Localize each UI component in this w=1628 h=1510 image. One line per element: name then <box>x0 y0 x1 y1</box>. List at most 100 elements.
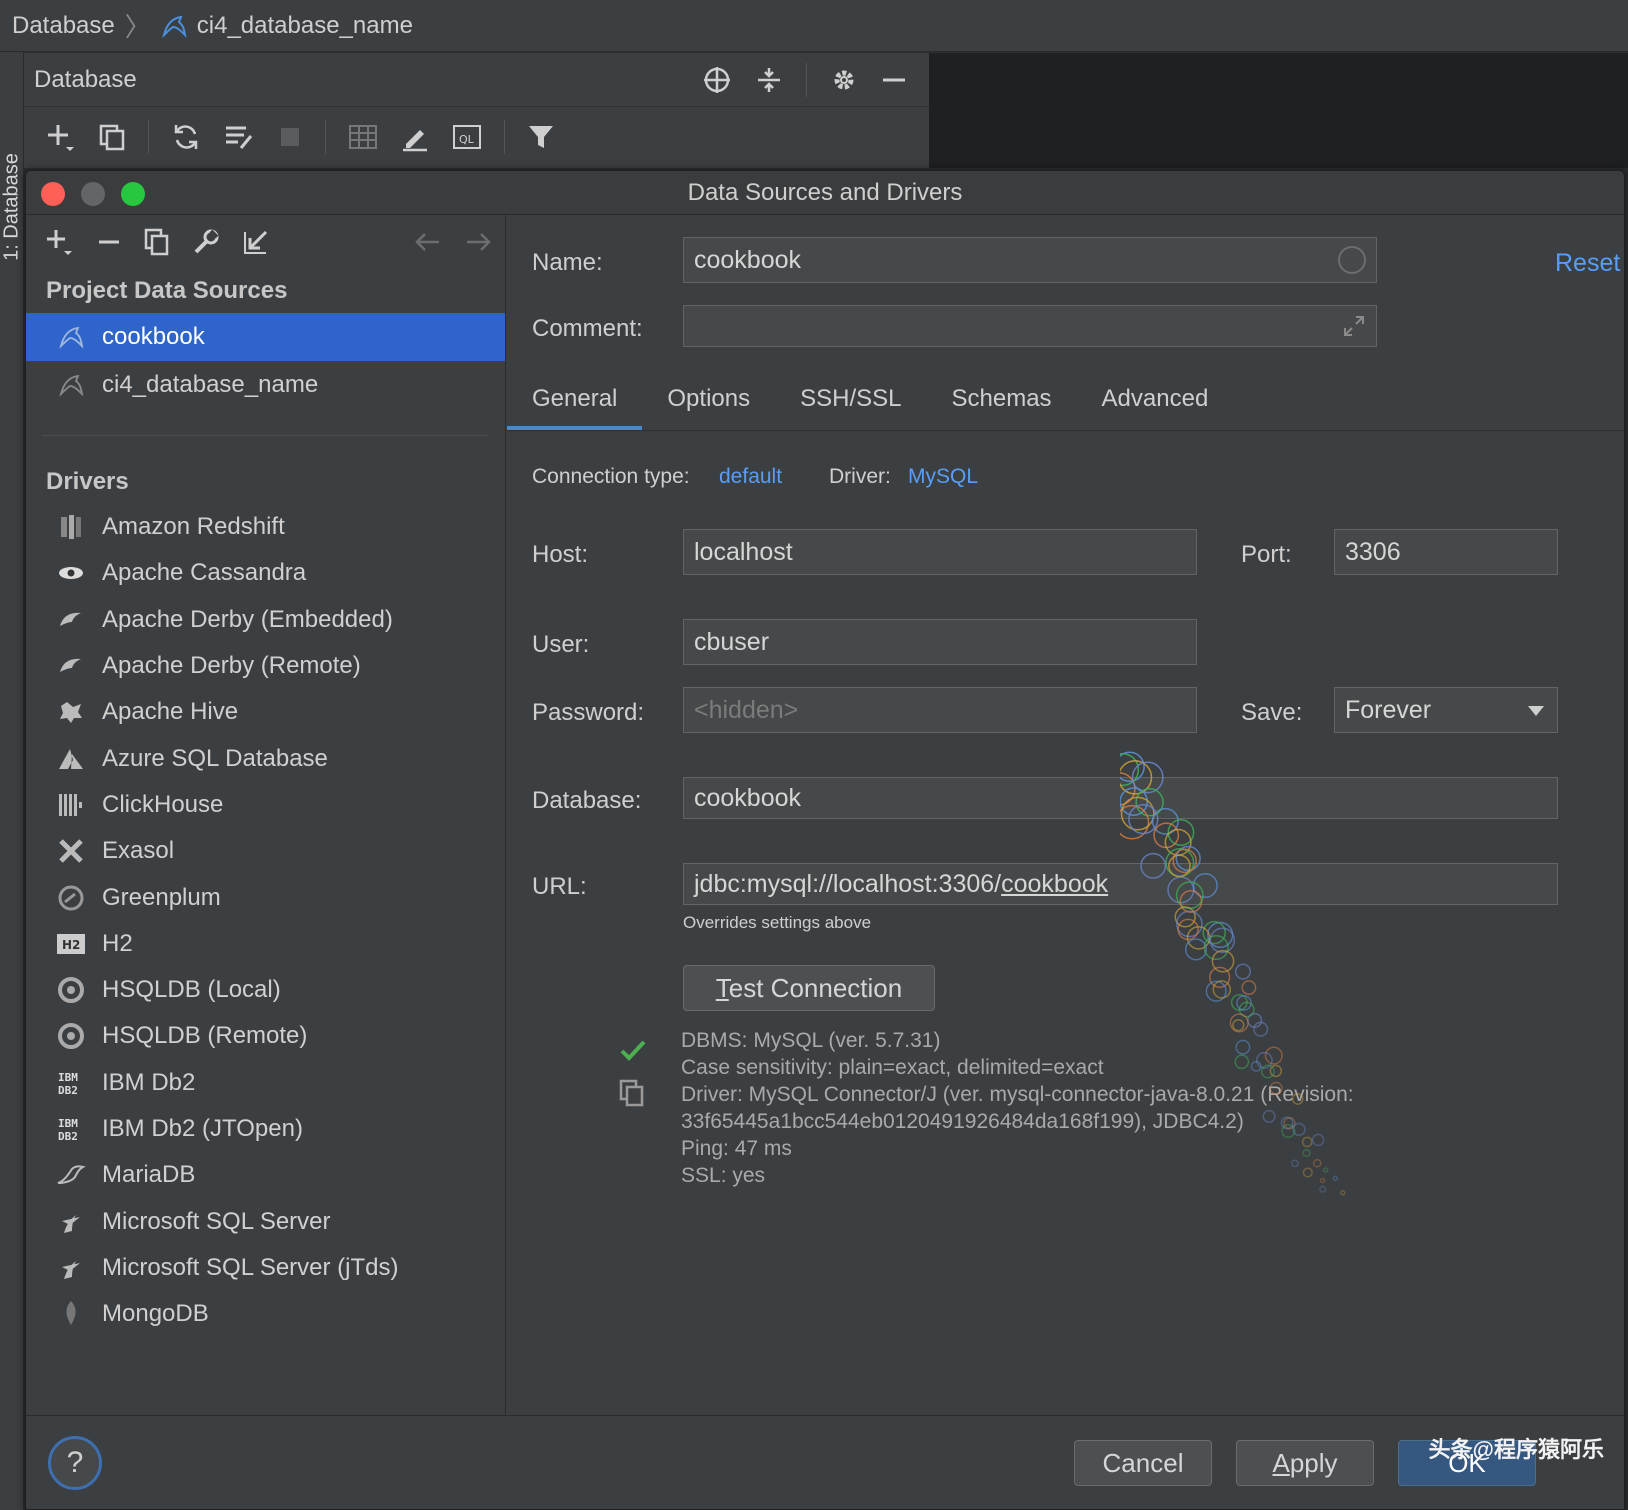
driver-item[interactable]: Greenplum <box>26 874 505 920</box>
remove-icon[interactable] <box>96 229 122 255</box>
comment-field[interactable] <box>683 305 1377 347</box>
driver-link[interactable]: MySQL <box>908 465 978 489</box>
filter-icon[interactable] <box>527 123 555 151</box>
database-panel-header: Database <box>24 53 929 107</box>
hide-panel-icon[interactable] <box>881 67 907 93</box>
trail-bubble <box>1184 938 1208 961</box>
driver-item[interactable]: Apache Derby (Remote) <box>26 643 505 689</box>
host-field[interactable]: localhost <box>683 529 1197 575</box>
driver-label: Driver: <box>829 465 891 488</box>
driver-item[interactable]: HSQLDB (Remote) <box>26 1013 505 1059</box>
driver-label: H2 <box>102 929 133 957</box>
driver-item[interactable]: IBM DB2 IBM Db2 (JTOpen) <box>26 1106 505 1152</box>
duplicate-icon[interactable] <box>98 123 126 151</box>
svg-text:QL: QL <box>459 133 475 146</box>
save-dropdown[interactable]: Forever <box>1334 687 1558 733</box>
driver-item[interactable]: MariaDB <box>26 1152 505 1198</box>
reset-link[interactable]: Reset <box>1555 249 1620 278</box>
locate-icon[interactable] <box>702 65 732 95</box>
trail-bubble <box>1291 1159 1299 1168</box>
trail-bubble <box>1203 934 1229 961</box>
driver-item[interactable]: Apache Derby (Embedded) <box>26 597 505 643</box>
data-source-toolbar <box>26 215 505 269</box>
expand-icon[interactable] <box>1342 314 1366 338</box>
drivers-heading: Drivers <box>46 468 129 495</box>
edit-icon[interactable] <box>400 122 430 152</box>
color-circle-icon[interactable] <box>1338 246 1366 274</box>
schema-sync-icon[interactable] <box>223 122 255 152</box>
name-label: Name: <box>532 249 603 276</box>
hsqldb-icon <box>56 975 86 1005</box>
database-tool-tab[interactable]: 1: Database <box>0 132 24 282</box>
add-icon[interactable] <box>44 227 74 257</box>
driver-item[interactable]: Amazon Redshift <box>26 504 505 550</box>
password-field[interactable]: <hidden> <box>683 687 1197 733</box>
refresh-icon[interactable] <box>171 122 201 152</box>
import-icon[interactable] <box>242 228 270 256</box>
stop-icon[interactable] <box>277 124 303 150</box>
project-data-sources-heading: Project Data Sources <box>46 277 288 304</box>
trail-bubble <box>1291 1093 1304 1105</box>
duplicate-icon[interactable] <box>144 228 170 256</box>
data-source-item[interactable]: cookbook <box>26 313 505 361</box>
breadcrumb-root[interactable]: Database <box>12 12 115 40</box>
svg-text:H2: H2 <box>62 938 80 952</box>
tab-ssh-ssl[interactable]: SSH/SSL <box>775 374 926 430</box>
test-connection-button[interactable]: Test Connection <box>683 965 935 1011</box>
tab-advanced[interactable]: Advanced <box>1077 374 1234 430</box>
back-arrow-icon[interactable] <box>413 230 441 254</box>
cancel-button[interactable]: Cancel <box>1074 1440 1212 1486</box>
driver-label: Apache Hive <box>102 698 239 726</box>
test-result-line: DBMS: MySQL (ver. 5.7.31) <box>681 1029 941 1052</box>
driver-item[interactable]: H2 H2 <box>26 921 505 967</box>
svg-text:IBM: IBM <box>58 1117 78 1130</box>
driver-item[interactable]: Apache Cassandra <box>26 550 505 596</box>
help-button[interactable]: ? <box>48 1436 102 1490</box>
trail-bubble <box>1332 1175 1339 1182</box>
port-field[interactable]: 3306 <box>1334 529 1558 575</box>
mysql-dolphin-icon <box>161 13 187 39</box>
tab-options[interactable]: Options <box>642 374 775 430</box>
driver-item[interactable]: Exasol <box>26 828 505 874</box>
driver-item[interactable]: Microsoft SQL Server (jTds) <box>26 1245 505 1291</box>
comment-label: Comment: <box>532 315 643 342</box>
driver-item[interactable]: IBM DB2 IBM Db2 <box>26 1060 505 1106</box>
wrench-icon[interactable] <box>192 228 220 256</box>
data-source-label: ci4_database_name <box>102 371 319 398</box>
add-icon[interactable] <box>44 121 76 153</box>
trail-bubble <box>1302 1148 1311 1158</box>
driver-label: Microsoft SQL Server (jTds) <box>102 1253 399 1281</box>
breadcrumb-current[interactable]: ci4_database_name <box>197 12 413 40</box>
sql-console-icon[interactable]: QL <box>452 123 482 151</box>
toolbar-separator <box>504 120 505 154</box>
trail-bubble <box>1232 1019 1245 1032</box>
user-field[interactable]: cbuser <box>683 619 1197 665</box>
driver-item[interactable]: MongoDB <box>26 1291 505 1337</box>
data-source-item[interactable]: ci4_database_name <box>26 361 505 409</box>
copy-icon[interactable] <box>619 1079 645 1107</box>
trail-bubble <box>1235 1039 1251 1055</box>
trail-bubble <box>1153 822 1180 849</box>
trail-bubble <box>1262 1109 1276 1123</box>
tab-general[interactable]: General <box>507 374 643 430</box>
table-icon[interactable] <box>348 123 378 151</box>
apply-button[interactable]: Apply <box>1236 1440 1374 1486</box>
name-field[interactable]: cookbook <box>683 237 1377 283</box>
success-check-icon <box>620 1039 646 1061</box>
connection-type-link[interactable]: default <box>719 465 782 489</box>
driver-item[interactable]: Azure SQL Database <box>26 735 505 781</box>
forward-arrow-icon[interactable] <box>465 230 493 254</box>
trail-bubble <box>1234 963 1252 980</box>
tab-schemas[interactable]: Schemas <box>927 374 1077 430</box>
gear-icon[interactable] <box>829 65 859 95</box>
driver-item[interactable]: Apache Hive <box>26 689 505 735</box>
driver-item[interactable]: Microsoft SQL Server <box>26 1198 505 1244</box>
svg-text:DB2: DB2 <box>58 1084 78 1097</box>
password-label: Password: <box>532 699 645 726</box>
derby-icon <box>56 651 86 681</box>
collapse-all-icon[interactable] <box>754 65 784 95</box>
driver-item[interactable]: HSQLDB (Local) <box>26 967 505 1013</box>
driver-item[interactable]: ClickHouse <box>26 782 505 828</box>
mssql-icon <box>56 1253 86 1283</box>
dialog-title: Data Sources and Drivers <box>687 179 963 206</box>
